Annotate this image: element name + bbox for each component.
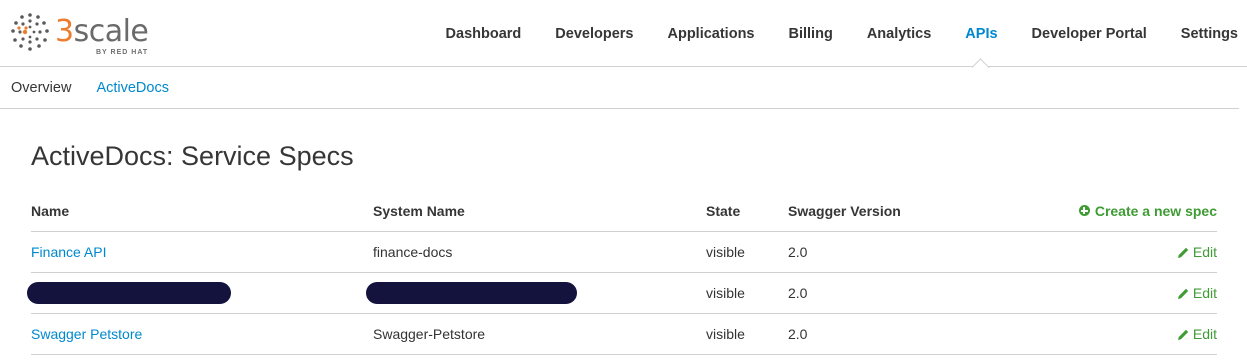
- table-row: Finance API finance-docs visible 2.0 Edi…: [31, 232, 1217, 273]
- nav-apis[interactable]: APIs: [948, 0, 1014, 67]
- main-nav: Dashboard Developers Applications Billin…: [429, 0, 1247, 67]
- nav-billing[interactable]: Billing: [772, 0, 850, 67]
- table-header-row: Name System Name State Swagger Version C…: [31, 190, 1217, 232]
- state-cell: visible: [706, 244, 745, 260]
- swagger-version-cell: 2.0: [788, 326, 808, 342]
- redacted-name: [27, 282, 231, 304]
- edit-label: Edit: [1192, 285, 1217, 301]
- nav-apis-label: APIs: [965, 25, 998, 42]
- edit-label: Edit: [1192, 244, 1217, 260]
- brand-tagline: BY RED HAT: [96, 49, 149, 56]
- state-cell: visible: [706, 285, 745, 301]
- header-name: Name: [31, 202, 70, 219]
- edit-button[interactable]: Edit: [1177, 285, 1217, 301]
- table-row: Swagger Petstore Swagger-Petstore visibl…: [31, 314, 1217, 355]
- state-cell: visible: [706, 326, 745, 342]
- nav-analytics[interactable]: Analytics: [850, 0, 948, 67]
- spec-name-link[interactable]: Swagger Petstore: [31, 326, 142, 342]
- system-name-cell: finance-docs: [373, 244, 453, 260]
- swagger-version-cell: 2.0: [788, 244, 808, 260]
- nav-applications[interactable]: Applications: [650, 0, 771, 67]
- header-system-name: System Name: [373, 202, 465, 219]
- subnav-activedocs[interactable]: ActiveDocs: [96, 80, 169, 96]
- nav-developer-portal[interactable]: Developer Portal: [1015, 0, 1164, 67]
- system-name-cell: Swagger-Petstore: [373, 326, 486, 342]
- pencil-icon: [1177, 329, 1189, 340]
- page-title: ActiveDocs: Service Specs: [31, 141, 354, 171]
- nav-developers[interactable]: Developers: [538, 0, 650, 67]
- header-state: State: [706, 202, 741, 219]
- redacted-system-name: [366, 282, 577, 304]
- header-swagger-version: Swagger Version: [788, 202, 901, 219]
- brand-wordmark: 3scale: [55, 14, 149, 49]
- brand-logo[interactable]: 3scale BY RED HAT: [10, 12, 160, 56]
- edit-button[interactable]: Edit: [1177, 326, 1217, 342]
- specs-table: Name System Name State Swagger Version C…: [27, 190, 1217, 355]
- logo-dots-icon: [11, 13, 49, 51]
- edit-label: Edit: [1192, 326, 1217, 342]
- nav-dashboard[interactable]: Dashboard: [429, 0, 539, 67]
- edit-button[interactable]: Edit: [1177, 244, 1217, 260]
- table-row: visible 2.0 Edit: [27, 273, 1217, 314]
- swagger-version-cell: 2.0: [788, 285, 808, 301]
- pencil-icon: [1177, 247, 1189, 258]
- subnav-overview[interactable]: Overview: [11, 80, 71, 96]
- plus-circle-icon: [1078, 205, 1090, 216]
- sub-nav: Overview ActiveDocs: [0, 67, 1239, 109]
- create-spec-button[interactable]: Create a new spec: [1078, 202, 1217, 219]
- pencil-icon: [1177, 288, 1189, 299]
- create-spec-label: Create a new spec: [1094, 202, 1217, 219]
- top-header: 3scale BY RED HAT Dashboard Developers A…: [0, 0, 1247, 67]
- spec-name-link[interactable]: Finance API: [31, 244, 107, 260]
- nav-settings[interactable]: Settings: [1164, 0, 1247, 67]
